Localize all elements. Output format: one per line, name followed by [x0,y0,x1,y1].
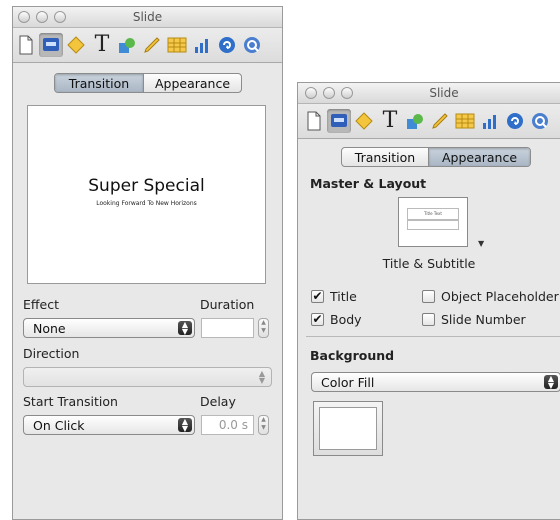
quicktime-inspector-icon[interactable] [240,33,264,57]
background-header: Background [310,348,395,363]
delay-field[interactable]: 0.0 s [201,415,254,435]
popup-arrows-icon: ▲ ▼ [258,369,266,385]
duration-stepper[interactable]: ▲ ▼ [258,318,269,338]
start-transition-popup[interactable]: On Click ▲ ▼ [23,415,195,435]
master-thumb-body [407,220,459,230]
master-thumbnail[interactable]: Title Text [398,197,468,247]
inspector-tab-control: Transition Appearance [54,73,242,93]
popup-arrows-icon: ▲ ▼ [544,375,558,390]
title-checkbox[interactable]: ✔ [311,290,324,303]
slide-inspector-window-right: Slide T Transition Appearance Master & L… [297,82,560,520]
background-fill-value: Color Fill [321,375,375,390]
slide-number-label: Slide Number [441,312,526,327]
delay-stepper[interactable]: ▲ ▼ [258,415,269,435]
text-inspector-icon[interactable]: T [90,33,114,57]
graphic-inspector-icon[interactable] [403,109,427,133]
master-layout-header: Master & Layout [310,176,427,191]
title-bar[interactable]: Slide [298,83,560,104]
tab-appearance[interactable]: Appearance [143,74,241,92]
tab-appearance[interactable]: Appearance [428,148,530,166]
popup-arrows-icon: ▲ ▼ [178,418,192,433]
metrics-inspector-icon[interactable] [428,109,452,133]
divider [306,336,560,337]
table-inspector-icon[interactable] [453,109,477,133]
graphic-inspector-icon[interactable] [115,33,139,57]
duration-field[interactable] [201,318,254,338]
object-placeholder-label: Object Placeholder [441,289,559,304]
direction-label: Direction [23,346,80,361]
document-icon[interactable] [14,33,38,57]
chevron-down-icon[interactable]: ▼ [478,239,484,248]
duration-label: Duration [200,297,255,312]
inspector-toolbar: T [13,28,282,63]
object-placeholder-checkbox[interactable] [422,290,435,303]
color-swatch [319,407,377,450]
quicktime-inspector-icon[interactable] [528,109,552,133]
title-checkbox-label: Title [330,289,357,304]
slide-preview: Super Special Looking Forward To New Hor… [27,105,266,284]
window-title: Slide [132,10,163,24]
hyperlink-inspector-icon[interactable] [503,109,527,133]
effect-value: None [33,321,66,336]
window-title: Slide [429,86,459,100]
tab-transition[interactable]: Transition [55,74,143,92]
background-fill-popup[interactable]: Color Fill ▲ ▼ [311,372,560,392]
slide-inspector-window-left: Slide T Transition Appearance Super Spec… [12,6,283,520]
inspector-tab-control: Transition Appearance [341,147,531,167]
tab-transition[interactable]: Transition [342,148,428,166]
effect-label: Effect [23,297,59,312]
chart-inspector-icon[interactable] [478,109,502,133]
start-transition-label: Start Transition [23,394,118,409]
preview-title: Super Special [88,176,205,196]
document-icon[interactable] [302,109,326,133]
body-checkbox[interactable]: ✔ [311,313,324,326]
metrics-inspector-icon[interactable] [140,33,164,57]
body-checkbox-label: Body [330,312,362,327]
slide-number-checkbox[interactable] [422,313,435,326]
text-inspector-icon[interactable]: T [378,109,402,133]
delay-label: Delay [200,394,236,409]
title-bar[interactable]: Slide [13,7,282,28]
direction-popup[interactable]: ▲ ▼ [23,367,272,387]
slide-inspector-icon[interactable] [39,33,63,57]
master-name: Title & Subtitle [382,256,476,271]
build-inspector-icon[interactable] [352,109,376,133]
chart-inspector-icon[interactable] [190,33,214,57]
inspector-toolbar: T [298,104,560,139]
table-inspector-icon[interactable] [165,33,189,57]
hyperlink-inspector-icon[interactable] [215,33,239,57]
slide-inspector-icon[interactable] [327,109,351,133]
effect-popup[interactable]: None ▲ ▼ [23,318,195,338]
build-inspector-icon[interactable] [64,33,88,57]
start-transition-value: On Click [33,418,85,433]
color-well[interactable] [313,401,383,456]
popup-arrows-icon: ▲ ▼ [178,321,192,336]
preview-subtitle: Looking Forward To New Horizons [96,200,197,207]
master-thumb-title: Title Text [407,208,459,220]
